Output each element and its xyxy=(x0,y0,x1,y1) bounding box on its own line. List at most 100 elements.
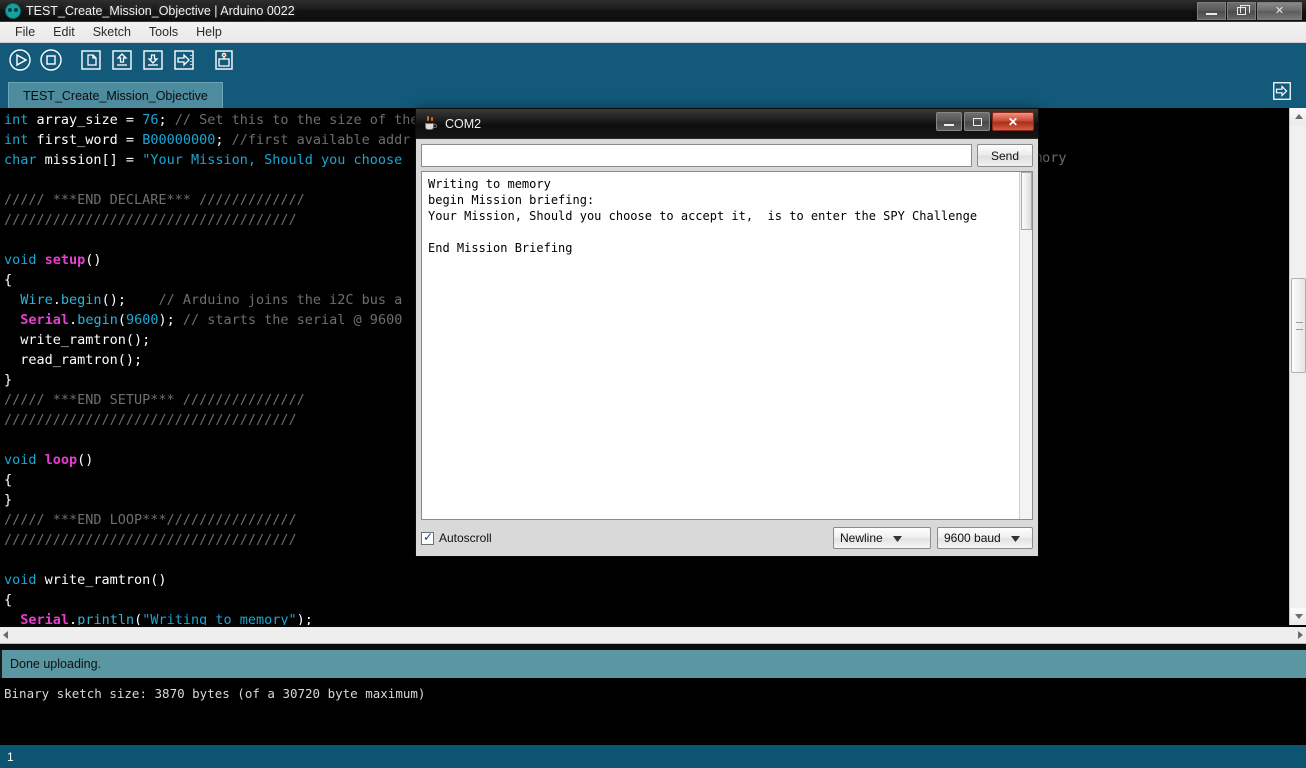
restore-icon[interactable] xyxy=(1227,2,1256,20)
window-title: TEST_Create_Mission_Objective | Arduino … xyxy=(26,3,295,18)
close-icon[interactable]: ✕ xyxy=(992,112,1034,131)
autoscroll-toggle[interactable]: Autoscroll xyxy=(421,530,492,545)
editor-vertical-scrollbar[interactable] xyxy=(1289,108,1306,625)
sketch-tabbar: TEST_Create_Mission_Objective xyxy=(0,76,1306,108)
code-token: write_ramtron() xyxy=(36,572,167,588)
verify-button[interactable] xyxy=(6,47,34,73)
code-line: Serial.begin(9600); // starts the serial… xyxy=(4,310,419,330)
code-line: } xyxy=(4,490,419,510)
code-token: begin xyxy=(60,292,102,308)
code-token: ///// ***END SETUP*** /////////////// xyxy=(4,392,305,408)
code-token: first_word = xyxy=(28,132,143,148)
code-token: 9600 xyxy=(125,312,159,328)
code-line: void loop() xyxy=(4,450,419,470)
code-line: int array_size = 76; // Set this to the … xyxy=(4,110,419,130)
code-token: ; xyxy=(158,112,175,128)
scroll-right-icon[interactable] xyxy=(1298,631,1303,639)
code-line: { xyxy=(4,590,419,610)
line-ending-select[interactable]: Newline xyxy=(833,527,931,549)
serial-send-row: Send xyxy=(421,144,1033,167)
status-bar: Done uploading. xyxy=(0,650,1306,678)
minimize-icon[interactable] xyxy=(936,112,962,131)
autoscroll-checkbox[interactable] xyxy=(421,530,434,545)
serial-output-area[interactable]: Writing to memory begin Mission briefing… xyxy=(421,171,1033,520)
serial-monitor-title: COM2 xyxy=(445,116,482,131)
code-token: } xyxy=(4,372,13,388)
upload-button[interactable] xyxy=(170,47,198,73)
code-token: Serial xyxy=(20,312,70,328)
tab-menu-arrow-icon[interactable] xyxy=(1270,79,1294,103)
maximize-icon[interactable] xyxy=(964,112,990,131)
autoscroll-label: Autoscroll xyxy=(439,531,492,545)
menu-file[interactable]: File xyxy=(6,23,44,41)
menu-sketch[interactable]: Sketch xyxy=(84,23,140,41)
stop-button[interactable] xyxy=(37,47,65,73)
scroll-up-icon[interactable] xyxy=(1290,108,1306,125)
scroll-left-icon[interactable] xyxy=(3,631,8,639)
code-token: . xyxy=(52,292,61,308)
code-line: read_ramtron(); xyxy=(4,350,419,370)
code-line: void setup() xyxy=(4,250,419,270)
code-token: // Arduino joins the i2C bus a xyxy=(158,292,403,308)
code-token: loop xyxy=(44,452,78,468)
code-token: void xyxy=(4,452,37,468)
code-token: mission[] = xyxy=(36,152,143,168)
serial-output-scrollbar[interactable] xyxy=(1019,172,1032,519)
code-line: Serial.println("Writing to memory"); xyxy=(4,610,419,625)
menu-tools[interactable]: Tools xyxy=(140,23,187,41)
menubar: File Edit Sketch Tools Help xyxy=(0,22,1306,43)
code-token: //////////////////////////////////// xyxy=(4,212,297,228)
code-token: () xyxy=(85,252,102,268)
toolbar xyxy=(0,43,1306,76)
line-number-bar: 1 xyxy=(0,745,1306,768)
serial-input[interactable] xyxy=(421,144,972,167)
code-token: write_ramtron(); xyxy=(4,332,151,348)
console-output: Binary sketch size: 3870 bytes (of a 307… xyxy=(4,686,426,701)
scroll-down-icon[interactable] xyxy=(1290,608,1306,625)
code-line: void write_ramtron() xyxy=(4,570,419,590)
code-token: ///// ***END DECLARE*** ///////////// xyxy=(4,192,305,208)
window-controls: ✕ xyxy=(1197,2,1302,20)
code-token: . xyxy=(69,312,78,328)
code-token: Serial xyxy=(20,612,70,625)
code-token: array_size = xyxy=(28,112,143,128)
minimize-icon[interactable] xyxy=(1197,2,1226,20)
java-coffee-cup-icon xyxy=(423,116,438,131)
scrollbar-thumb[interactable] xyxy=(1291,278,1306,373)
menu-help[interactable]: Help xyxy=(187,23,231,41)
code-line: ///// ***END LOOP***//////////////// xyxy=(4,510,419,530)
sketch-tab-active[interactable]: TEST_Create_Mission_Objective xyxy=(8,82,223,108)
close-icon[interactable]: ✕ xyxy=(1257,2,1302,20)
code-token: char xyxy=(4,152,37,168)
send-button[interactable]: Send xyxy=(977,144,1033,167)
new-button[interactable] xyxy=(77,47,105,73)
code-token: void xyxy=(4,572,37,588)
arduino-logo-icon xyxy=(5,2,21,19)
code-line: //////////////////////////////////// xyxy=(4,210,419,230)
serial-output-text: Writing to memory begin Mission briefing… xyxy=(428,177,978,255)
code-line: } xyxy=(4,370,419,390)
open-button[interactable] xyxy=(108,47,136,73)
code-token: int xyxy=(4,132,29,148)
console-panel[interactable]: Binary sketch size: 3870 bytes (of a 307… xyxy=(0,678,1306,745)
code-line: ///// ***END SETUP*** /////////////// xyxy=(4,390,419,410)
code-line: int first_word = B00000000; //first avai… xyxy=(4,130,419,150)
serial-scrollbar-thumb[interactable] xyxy=(1021,172,1032,230)
chevron-down-icon xyxy=(1010,529,1020,547)
code-token: ( xyxy=(134,612,143,625)
serial-monitor-body: Send Writing to memory begin Mission bri… xyxy=(416,139,1038,556)
baud-rate-value: 9600 baud xyxy=(944,531,1001,545)
arduino-ide-window: TEST_Create_Mission_Objective | Arduino … xyxy=(0,0,1306,768)
code-token: (); xyxy=(101,292,159,308)
editor-horizontal-scrollbar[interactable] xyxy=(0,626,1306,644)
code-token: //////////////////////////////////// xyxy=(4,532,297,548)
baud-rate-select[interactable]: 9600 baud xyxy=(937,527,1033,549)
serial-monitor-button[interactable] xyxy=(210,47,238,73)
serial-monitor-controls: ✕ xyxy=(936,112,1034,131)
save-button[interactable] xyxy=(139,47,167,73)
code-token: . xyxy=(69,612,78,625)
menu-edit[interactable]: Edit xyxy=(44,23,84,41)
